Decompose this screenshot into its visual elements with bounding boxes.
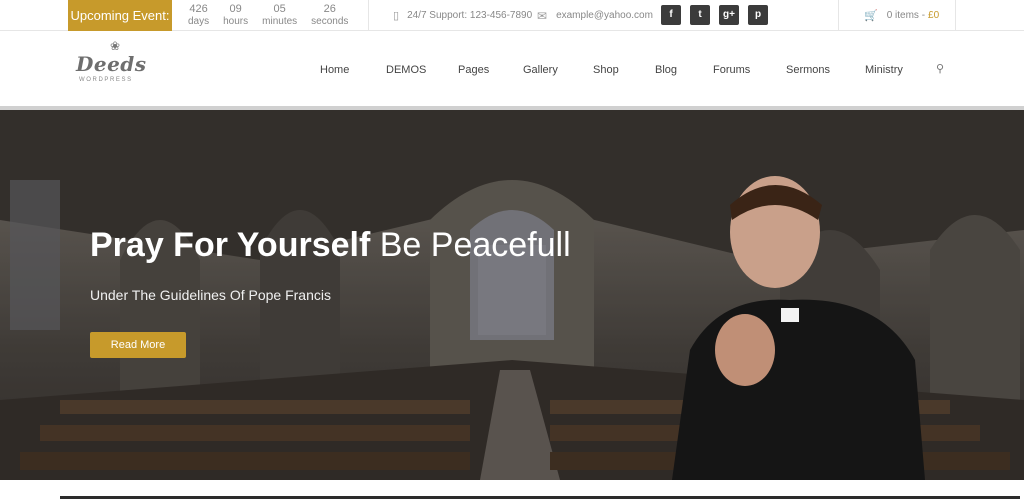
countdown-hours: 09 hours [223,3,248,29]
divider [838,0,839,31]
logo-name[interactable]: Deeds [76,52,147,76]
countdown-value: 426 [189,3,208,15]
countdown-unit: hours [223,16,249,27]
nav-home[interactable]: Home [320,64,349,76]
google-plus-icon[interactable]: g+ [719,5,739,25]
logo-subtitle: WORDPRESS [79,77,133,83]
nav-gallery[interactable]: Gallery [523,64,558,76]
countdown-unit: minutes [262,16,298,27]
site-logo[interactable]: ❀ Deeds WORDPRESS [76,39,146,93]
support-email[interactable]: ✉ example@yahoo.com [537,0,653,31]
cart-total[interactable]: £0 [928,10,939,21]
hero-title: Pray For Yourself Be Peacefull [90,226,571,265]
hero-banner: Pray For Yourself Be Peacefull Under The… [0,110,1024,480]
hero-title-light: Be Peacefull [379,226,571,264]
support-phone: ▯ 24/7 Support: 123-456-7890 [393,0,532,31]
social-links: f t g+ p [661,5,777,25]
phone-icon: ▯ [393,10,400,22]
countdown-minutes: 05 minutes [262,3,297,29]
hero-subtitle: Under The Guidelines Of Pope Francis [90,287,331,303]
nav-blog[interactable]: Blog [655,64,677,76]
section-divider [60,496,1020,499]
countdown-seconds: 26 seconds [311,3,348,29]
nav-sermons[interactable]: Sermons [786,64,830,76]
site-header: ❀ Deeds WORDPRESS Home DEMOS Pages Galle… [0,31,1024,106]
nav-forums[interactable]: Forums [713,64,750,76]
countdown-unit: seconds [311,16,349,27]
cart-summary[interactable]: 🛒 0 items - £0 [864,0,939,31]
search-icon[interactable]: ⚲ [936,62,944,75]
countdown-unit: days [188,16,210,27]
countdown-days: 426 days [188,3,209,29]
email-text[interactable]: example@yahoo.com [556,10,653,21]
cart-icon: 🛒 [864,10,878,22]
read-more-button[interactable]: Read More [90,332,186,358]
top-bar: Upcoming Event: 426 days 09 hours 05 min… [0,0,1024,31]
nav-pages[interactable]: Pages [458,64,489,76]
countdown-value: 05 [273,3,286,15]
cart-items[interactable]: 0 items - [887,10,925,21]
twitter-icon[interactable]: t [690,5,710,25]
facebook-icon[interactable]: f [661,5,681,25]
pinterest-icon[interactable]: p [748,5,768,25]
support-text: 24/7 Support: 123-456-7890 [407,10,533,21]
hero-title-bold: Pray For Yourself [90,226,371,264]
divider [955,0,956,31]
nav-demos[interactable]: DEMOS [386,64,426,76]
event-countdown: 426 days 09 hours 05 minutes 26 seconds [188,3,362,29]
countdown-value: 26 [323,3,336,15]
dove-icon: ❀ [110,39,121,53]
countdown-value: 09 [229,3,242,15]
nav-ministry[interactable]: Ministry [865,64,903,76]
nav-shop[interactable]: Shop [593,64,619,76]
upcoming-event-label: Upcoming Event: [68,0,172,31]
divider [368,0,369,31]
envelope-icon: ✉ [537,8,548,23]
